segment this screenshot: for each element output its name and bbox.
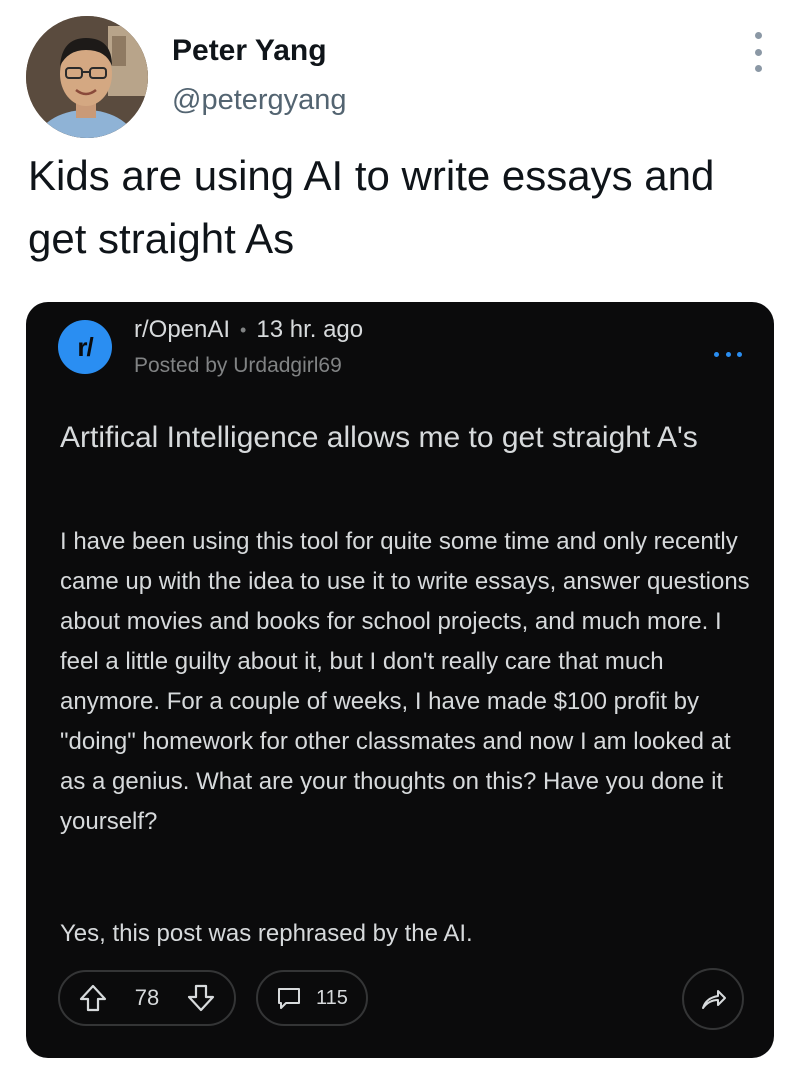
upvote-arrow-icon[interactable] <box>78 983 108 1013</box>
subreddit-icon-label: r/ <box>77 331 93 362</box>
comments-button[interactable]: 115 <box>256 970 368 1026</box>
vote-control: 78 <box>58 970 236 1026</box>
more-horizontal-icon[interactable] <box>714 350 742 358</box>
vote-count: 78 <box>134 985 160 1010</box>
subreddit-icon[interactable]: r/ <box>58 320 112 374</box>
subreddit-line: r/OpenAI • 13 hr. ago <box>134 316 363 344</box>
comment-icon <box>278 988 301 1009</box>
avatar[interactable] <box>26 16 148 138</box>
more-vertical-icon[interactable] <box>746 32 770 72</box>
post-time: 13 hr. ago <box>256 316 364 343</box>
post-footnote: Yes, this post was rephrased by the AI. <box>60 920 473 947</box>
separator-dot: • <box>240 320 247 341</box>
avatar-image <box>26 16 148 138</box>
share-button[interactable] <box>682 968 744 1030</box>
share-icon <box>702 990 726 1009</box>
comment-count: 115 <box>316 986 348 1009</box>
downvote-arrow-icon[interactable] <box>186 983 216 1013</box>
post-body: I have been using this tool for quite so… <box>60 528 750 835</box>
subreddit-name[interactable]: r/OpenAI <box>134 316 230 343</box>
author-handle[interactable]: @petergyang <box>172 84 347 117</box>
post-title[interactable]: Artifical Intelligence allows me to get … <box>60 416 720 459</box>
author-name[interactable]: Peter Yang <box>172 34 327 68</box>
reddit-post-card[interactable]: r/ r/OpenAI • 13 hr. ago Posted by Urdadgi… <box>26 302 774 1058</box>
posted-by: Posted by Urdadgirl69 <box>134 354 342 377</box>
tweet-text: Kids are using AI to write essays and ge… <box>28 152 715 262</box>
